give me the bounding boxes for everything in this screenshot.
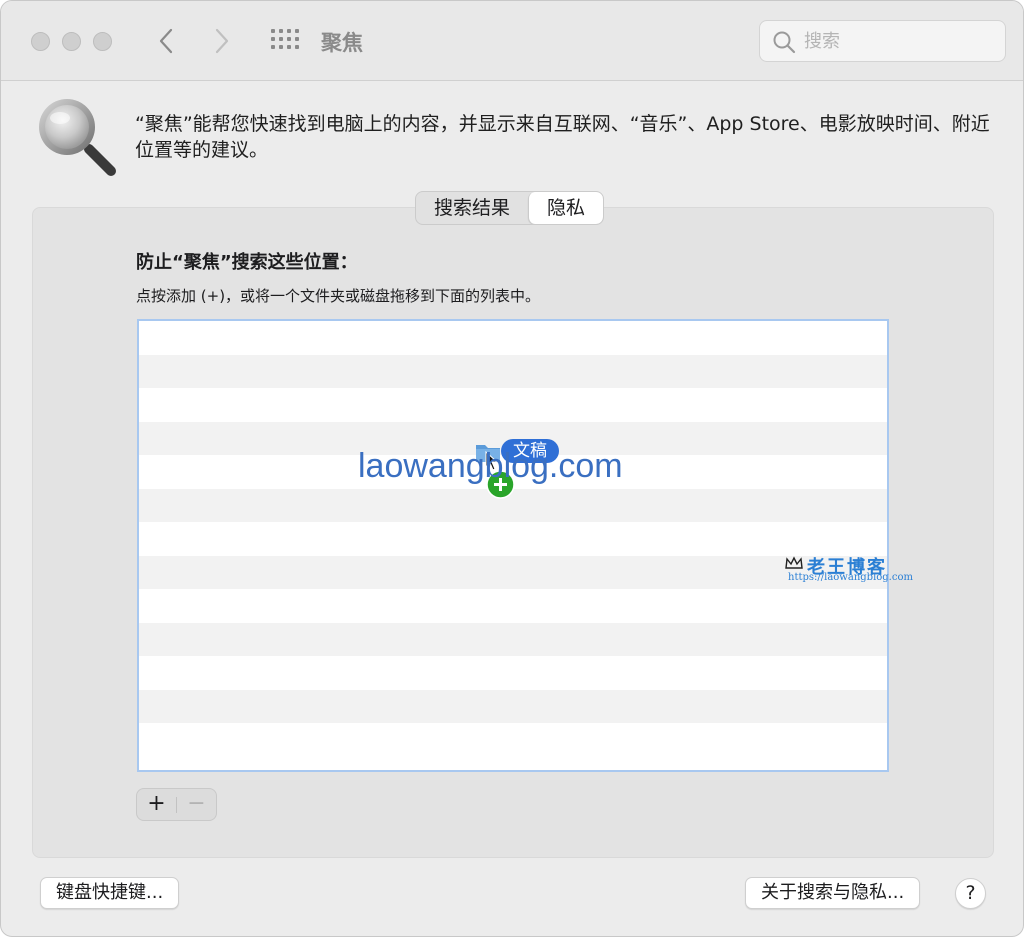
privacy-section-title: 防止“聚焦”搜索这些位置：: [136, 252, 358, 273]
list-row[interactable]: [139, 689, 887, 723]
show-all-grid-icon[interactable]: [271, 29, 299, 53]
add-location-button[interactable]: +: [137, 789, 176, 820]
excluded-locations-list[interactable]: [137, 319, 889, 772]
tab-privacy[interactable]: 隐私: [528, 192, 604, 224]
list-row[interactable]: [139, 354, 887, 388]
list-row[interactable]: [139, 656, 887, 690]
list-row[interactable]: [139, 522, 887, 556]
title-bar: 聚焦: [1, 1, 1023, 81]
list-row[interactable]: [139, 622, 887, 656]
add-remove-control: + −: [136, 788, 217, 821]
back-button[interactable]: [151, 23, 181, 59]
chevron-left-icon: [159, 28, 173, 54]
watermark-logo-url: https://laowangblog.com: [788, 572, 913, 583]
list-row[interactable]: [139, 321, 887, 355]
crown-icon: [785, 556, 803, 569]
search-input[interactable]: [804, 29, 994, 53]
search-field[interactable]: [759, 20, 1006, 62]
tab-bar: 搜索结果 隐私: [415, 191, 605, 225]
minimize-window-button[interactable]: [62, 32, 81, 51]
zoom-window-button[interactable]: [93, 32, 112, 51]
privacy-hint: 点按添加 (+)，或将一个文件夹或磁盘拖移到下面的列表中。: [136, 287, 541, 305]
about-search-privacy-button[interactable]: 关于搜索与隐私...: [745, 877, 921, 909]
list-row[interactable]: [139, 589, 887, 623]
close-window-button[interactable]: [31, 32, 50, 51]
list-row[interactable]: [139, 723, 887, 757]
spotlight-description: “聚焦”能帮您快速找到电脑上的内容，并显示来自互联网、“音乐”、App Stor…: [135, 113, 990, 161]
list-row[interactable]: [139, 555, 887, 589]
tab-search-results[interactable]: 搜索结果: [416, 192, 528, 224]
keyboard-shortcuts-button[interactable]: 键盘快捷键...: [40, 877, 180, 909]
help-button[interactable]: ?: [955, 878, 986, 909]
chevron-right-icon: [215, 28, 229, 54]
spotlight-magnifier-icon: [39, 99, 116, 176]
search-icon: [773, 31, 796, 54]
preferences-window: 聚焦 “聚焦”能帮您快速找到电脑上的内容，并显示来自互联网、“音乐”: [0, 0, 1024, 937]
forward-button[interactable]: [207, 23, 237, 59]
list-row[interactable]: [139, 388, 887, 422]
remove-location-button[interactable]: −: [177, 789, 216, 820]
watermark-url: laowangblog.com: [358, 447, 623, 485]
window-title: 聚焦: [321, 31, 363, 55]
